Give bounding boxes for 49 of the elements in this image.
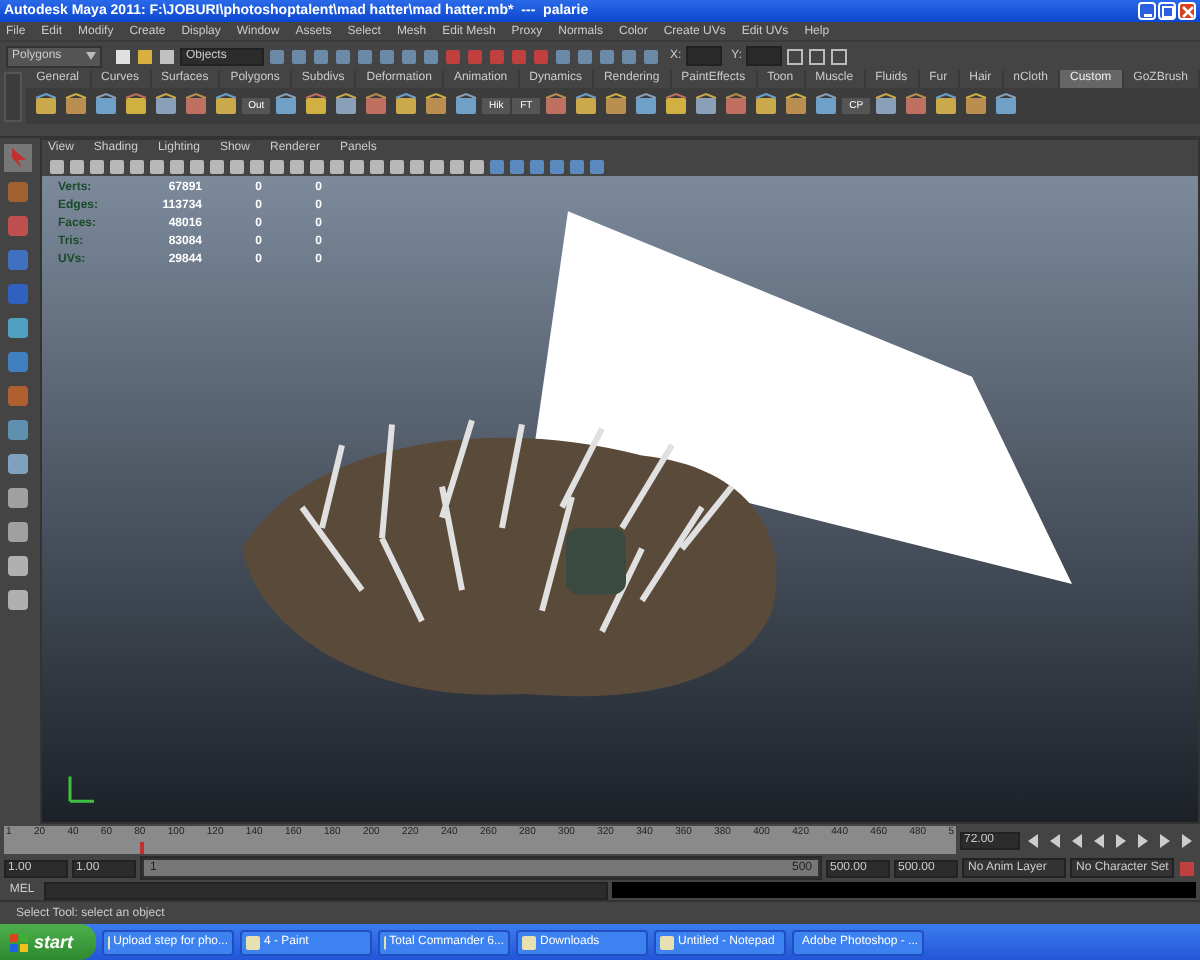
shelf-tool-icon[interactable]	[392, 92, 421, 120]
shelf-tool-icon[interactable]	[632, 92, 661, 120]
shelf-tool-icon[interactable]	[212, 92, 241, 120]
x-field[interactable]	[685, 46, 722, 66]
shelf-tool-icon[interactable]	[962, 92, 991, 120]
windows-flag-icon	[10, 933, 28, 951]
tool-icon[interactable]	[4, 314, 32, 342]
shelf-tool-icon[interactable]	[572, 92, 601, 120]
shelf-tool-icon[interactable]	[932, 92, 961, 120]
shelf-tool-icon[interactable]	[872, 92, 901, 120]
tool-icon[interactable]	[4, 586, 32, 614]
shelf-tool-icon[interactable]	[32, 92, 61, 120]
tool-icon[interactable]	[4, 518, 32, 546]
maximize-button[interactable]	[1158, 2, 1176, 20]
shelf-tool-icon[interactable]	[272, 92, 301, 120]
shelf-tool-icon[interactable]	[902, 92, 931, 120]
shelf-tool-icon[interactable]	[122, 92, 151, 120]
shelf-tool-icon[interactable]	[302, 92, 331, 120]
shelf-tool-icon[interactable]	[362, 92, 391, 120]
shelf-tool-icon[interactable]	[332, 92, 361, 120]
start-button[interactable]: start	[0, 924, 96, 960]
caret-icon	[86, 52, 96, 60]
shelf-tool-icon[interactable]	[452, 92, 481, 120]
shelf-tool-icon[interactable]	[62, 92, 91, 120]
shelf-tool-icon[interactable]	[992, 92, 1021, 120]
shelf-tool-icon[interactable]	[812, 92, 841, 120]
close-button[interactable]	[1178, 2, 1196, 20]
shelf-tool-icon[interactable]	[662, 92, 691, 120]
tool-icon[interactable]	[4, 552, 32, 580]
shelf-tool-icon[interactable]	[692, 92, 721, 120]
tool-icon[interactable]	[4, 484, 32, 512]
shelf-tool-icon[interactable]	[182, 92, 211, 120]
shelf-tool-icon[interactable]	[152, 92, 181, 120]
shelf-tool-icon[interactable]	[602, 92, 631, 120]
minimize-button[interactable]	[1138, 2, 1156, 20]
shelf-tool-icon[interactable]	[722, 92, 751, 120]
command-input[interactable]	[44, 881, 608, 899]
shelf-tool-icon[interactable]	[542, 92, 571, 120]
axis-indicator-icon	[68, 774, 96, 803]
maximize-icon	[1161, 5, 1173, 17]
shelf-tool-icon[interactable]	[752, 92, 781, 120]
y-field[interactable]	[746, 46, 783, 66]
tool-icon[interactable]	[4, 450, 32, 478]
close-icon	[1181, 5, 1193, 17]
shelf-tool-icon[interactable]	[422, 92, 451, 120]
shelf-tool-icon[interactable]	[782, 92, 811, 120]
shelf-tool-icon[interactable]	[92, 92, 121, 120]
tool-icon[interactable]	[4, 416, 32, 444]
current-frame-marker[interactable]	[139, 842, 144, 854]
